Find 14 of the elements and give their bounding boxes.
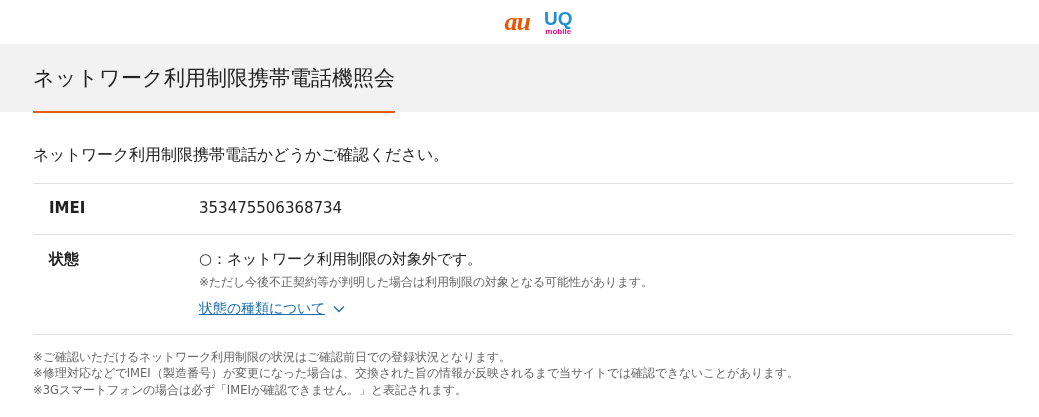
- uq-logo: UQ mobile: [544, 8, 573, 36]
- status-note: ※ただし今後不正契約等が判明した場合は利用制限の対象となる可能性があります。: [199, 273, 654, 291]
- footnote: ※修理対応などでIMEI（製造番号）が変更になった場合は、交換された旨の情報が反映されるまで当サイトでは確認できないことがあります。: [33, 365, 800, 382]
- page-title: ネットワーク利用制限携帯電話機照会: [33, 68, 395, 113]
- row-value: ○：ネットワーク利用制限の対象外です。: [199, 248, 484, 269]
- row-label: 状態: [49, 248, 80, 270]
- chevron-icon: [333, 304, 345, 313]
- intro-text: ネットワーク利用制限携帯電話かどうかご確認ください。: [33, 148, 450, 164]
- footnote: ※ご確認いただけるネットワーク利用制限の状況はご確認前日での登録状況となります。: [33, 348, 512, 365]
- footnote: ※3Gスマートフォンの場合は必ず「IMEIが確認できません。」と表記されます。: [33, 381, 468, 398]
- status-types-link[interactable]: 状態の種類について: [199, 299, 654, 318]
- row-value: 353475506368734: [199, 197, 343, 218]
- row-label: IMEI: [49, 197, 87, 218]
- au-logo: au: [504, 9, 530, 35]
